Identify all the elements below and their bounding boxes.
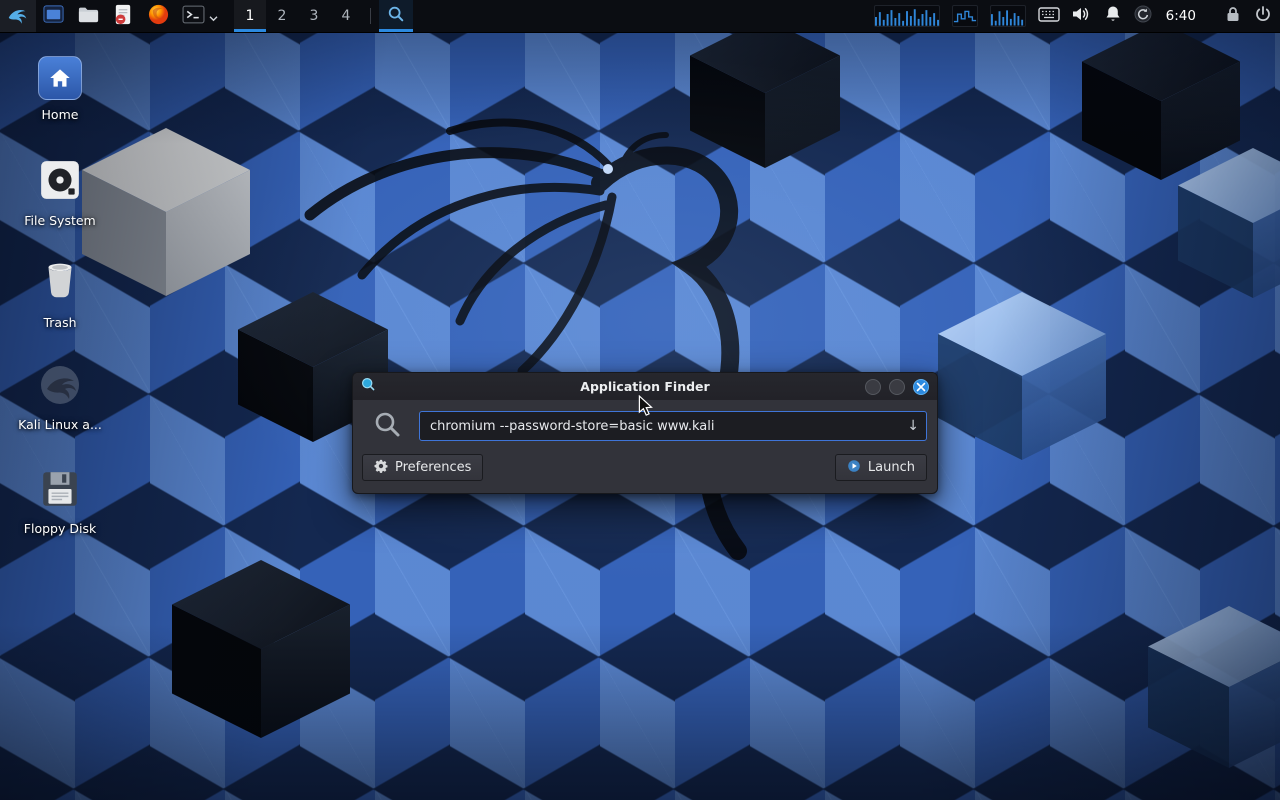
audio-visualizer — [874, 5, 940, 27]
updates-button[interactable] — [1134, 5, 1152, 27]
workspace-label: 4 — [342, 8, 351, 24]
workspace-label: 2 — [278, 8, 287, 24]
history-dropdown-icon[interactable]: ↓ — [907, 419, 919, 433]
workspace-1[interactable]: 1 — [234, 0, 266, 32]
refresh-icon — [1134, 5, 1152, 27]
search-row: ↓ — [353, 400, 937, 451]
window-title: Application Finder — [353, 379, 937, 394]
close-button[interactable] — [913, 379, 929, 395]
workspace-label: 3 — [310, 8, 319, 24]
launcher-text-editor[interactable] — [106, 0, 141, 32]
wallpaper-cube — [1178, 148, 1280, 298]
launcher-firefox[interactable] — [141, 0, 176, 32]
desktop-icon-label: Trash — [43, 316, 76, 330]
lock-icon — [1224, 5, 1242, 27]
workspace-label: 1 — [246, 8, 255, 24]
action-row: Preferences Launch — [353, 451, 937, 493]
close-icon — [916, 377, 926, 396]
workspace-2[interactable]: 2 — [266, 0, 298, 32]
home-icon — [38, 56, 82, 100]
clock[interactable]: 6:40 — [1164, 8, 1198, 24]
maximize-button[interactable] — [889, 379, 905, 395]
minimize-button[interactable] — [865, 379, 881, 395]
panel-separator — [370, 8, 371, 24]
keyboard-indicator[interactable] — [1038, 6, 1060, 27]
wallpaper-cube — [938, 292, 1106, 460]
terminal-icon — [182, 4, 205, 29]
launch-icon — [847, 459, 861, 477]
preferences-label: Preferences — [395, 460, 471, 475]
file-manager-icon — [42, 3, 65, 30]
desktop-icon-label: Home — [42, 108, 79, 122]
workspace-3[interactable]: 3 — [298, 0, 330, 32]
panel-right-tray: 6:40 — [874, 0, 1280, 32]
volume-icon — [1072, 6, 1092, 26]
window-icon — [361, 377, 376, 396]
desktop-icon-trash[interactable]: Trash — [12, 260, 108, 330]
logout-button[interactable] — [1254, 5, 1272, 27]
notifications-button[interactable] — [1104, 5, 1122, 27]
wallpaper-cube — [172, 560, 350, 738]
workspace-switcher: 1 2 3 4 — [234, 0, 362, 32]
power-icon — [1254, 5, 1272, 27]
desktop-icon-label: Floppy Disk — [24, 522, 96, 536]
desktop-icon-home[interactable]: Home — [12, 56, 108, 122]
kali-linux-icon — [39, 364, 81, 410]
desktop-screen: Home File System Trash — [0, 0, 1280, 800]
desktop-icon-label: File System — [24, 214, 96, 228]
launch-label: Launch — [868, 460, 915, 475]
trash-icon — [39, 260, 81, 308]
desktop-icon-file-system[interactable]: File System — [12, 158, 108, 228]
kali-dragon-watermark — [270, 105, 930, 585]
application-finder-window: Application Finder ↓ — [352, 372, 938, 494]
desktop-icon-floppy-disk[interactable]: Floppy Disk — [12, 468, 108, 536]
file-system-icon — [38, 158, 82, 206]
preferences-button[interactable]: Preferences — [362, 454, 483, 481]
keyboard-icon — [1038, 6, 1060, 27]
workspace-4[interactable]: 4 — [330, 0, 362, 32]
search-icon — [387, 5, 405, 27]
audio-visualizer-2 — [990, 5, 1026, 27]
desktop-icon-label: Kali Linux a... — [18, 418, 102, 432]
command-input[interactable] — [419, 411, 927, 441]
launcher-terminal[interactable] — [176, 0, 224, 32]
system-graph — [952, 5, 978, 27]
window-controls — [865, 379, 929, 395]
lock-screen-button[interactable] — [1224, 5, 1242, 27]
launch-button[interactable]: Launch — [835, 454, 927, 481]
titlebar[interactable]: Application Finder — [353, 373, 937, 400]
launcher-files[interactable] — [71, 0, 106, 32]
kali-logo-icon — [6, 2, 30, 30]
text-editor-icon — [112, 3, 135, 30]
launcher-file-manager[interactable] — [36, 0, 71, 32]
wallpaper-cube — [1148, 606, 1280, 768]
search-icon — [372, 409, 402, 443]
firefox-icon — [147, 3, 170, 30]
whisker-menu-button[interactable] — [0, 0, 36, 32]
desktop-icon-kali-linux[interactable]: Kali Linux a... — [12, 364, 108, 432]
bell-icon — [1104, 5, 1122, 27]
folder-icon — [77, 3, 100, 30]
task-button-application-finder[interactable] — [379, 0, 413, 32]
command-entry: ↓ — [419, 411, 927, 441]
top-panel: 1 2 3 4 — [0, 0, 1280, 33]
chevron-down-icon — [209, 7, 218, 26]
floppy-disk-icon — [39, 468, 81, 514]
gear-icon — [374, 459, 388, 477]
volume-button[interactable] — [1072, 6, 1092, 26]
